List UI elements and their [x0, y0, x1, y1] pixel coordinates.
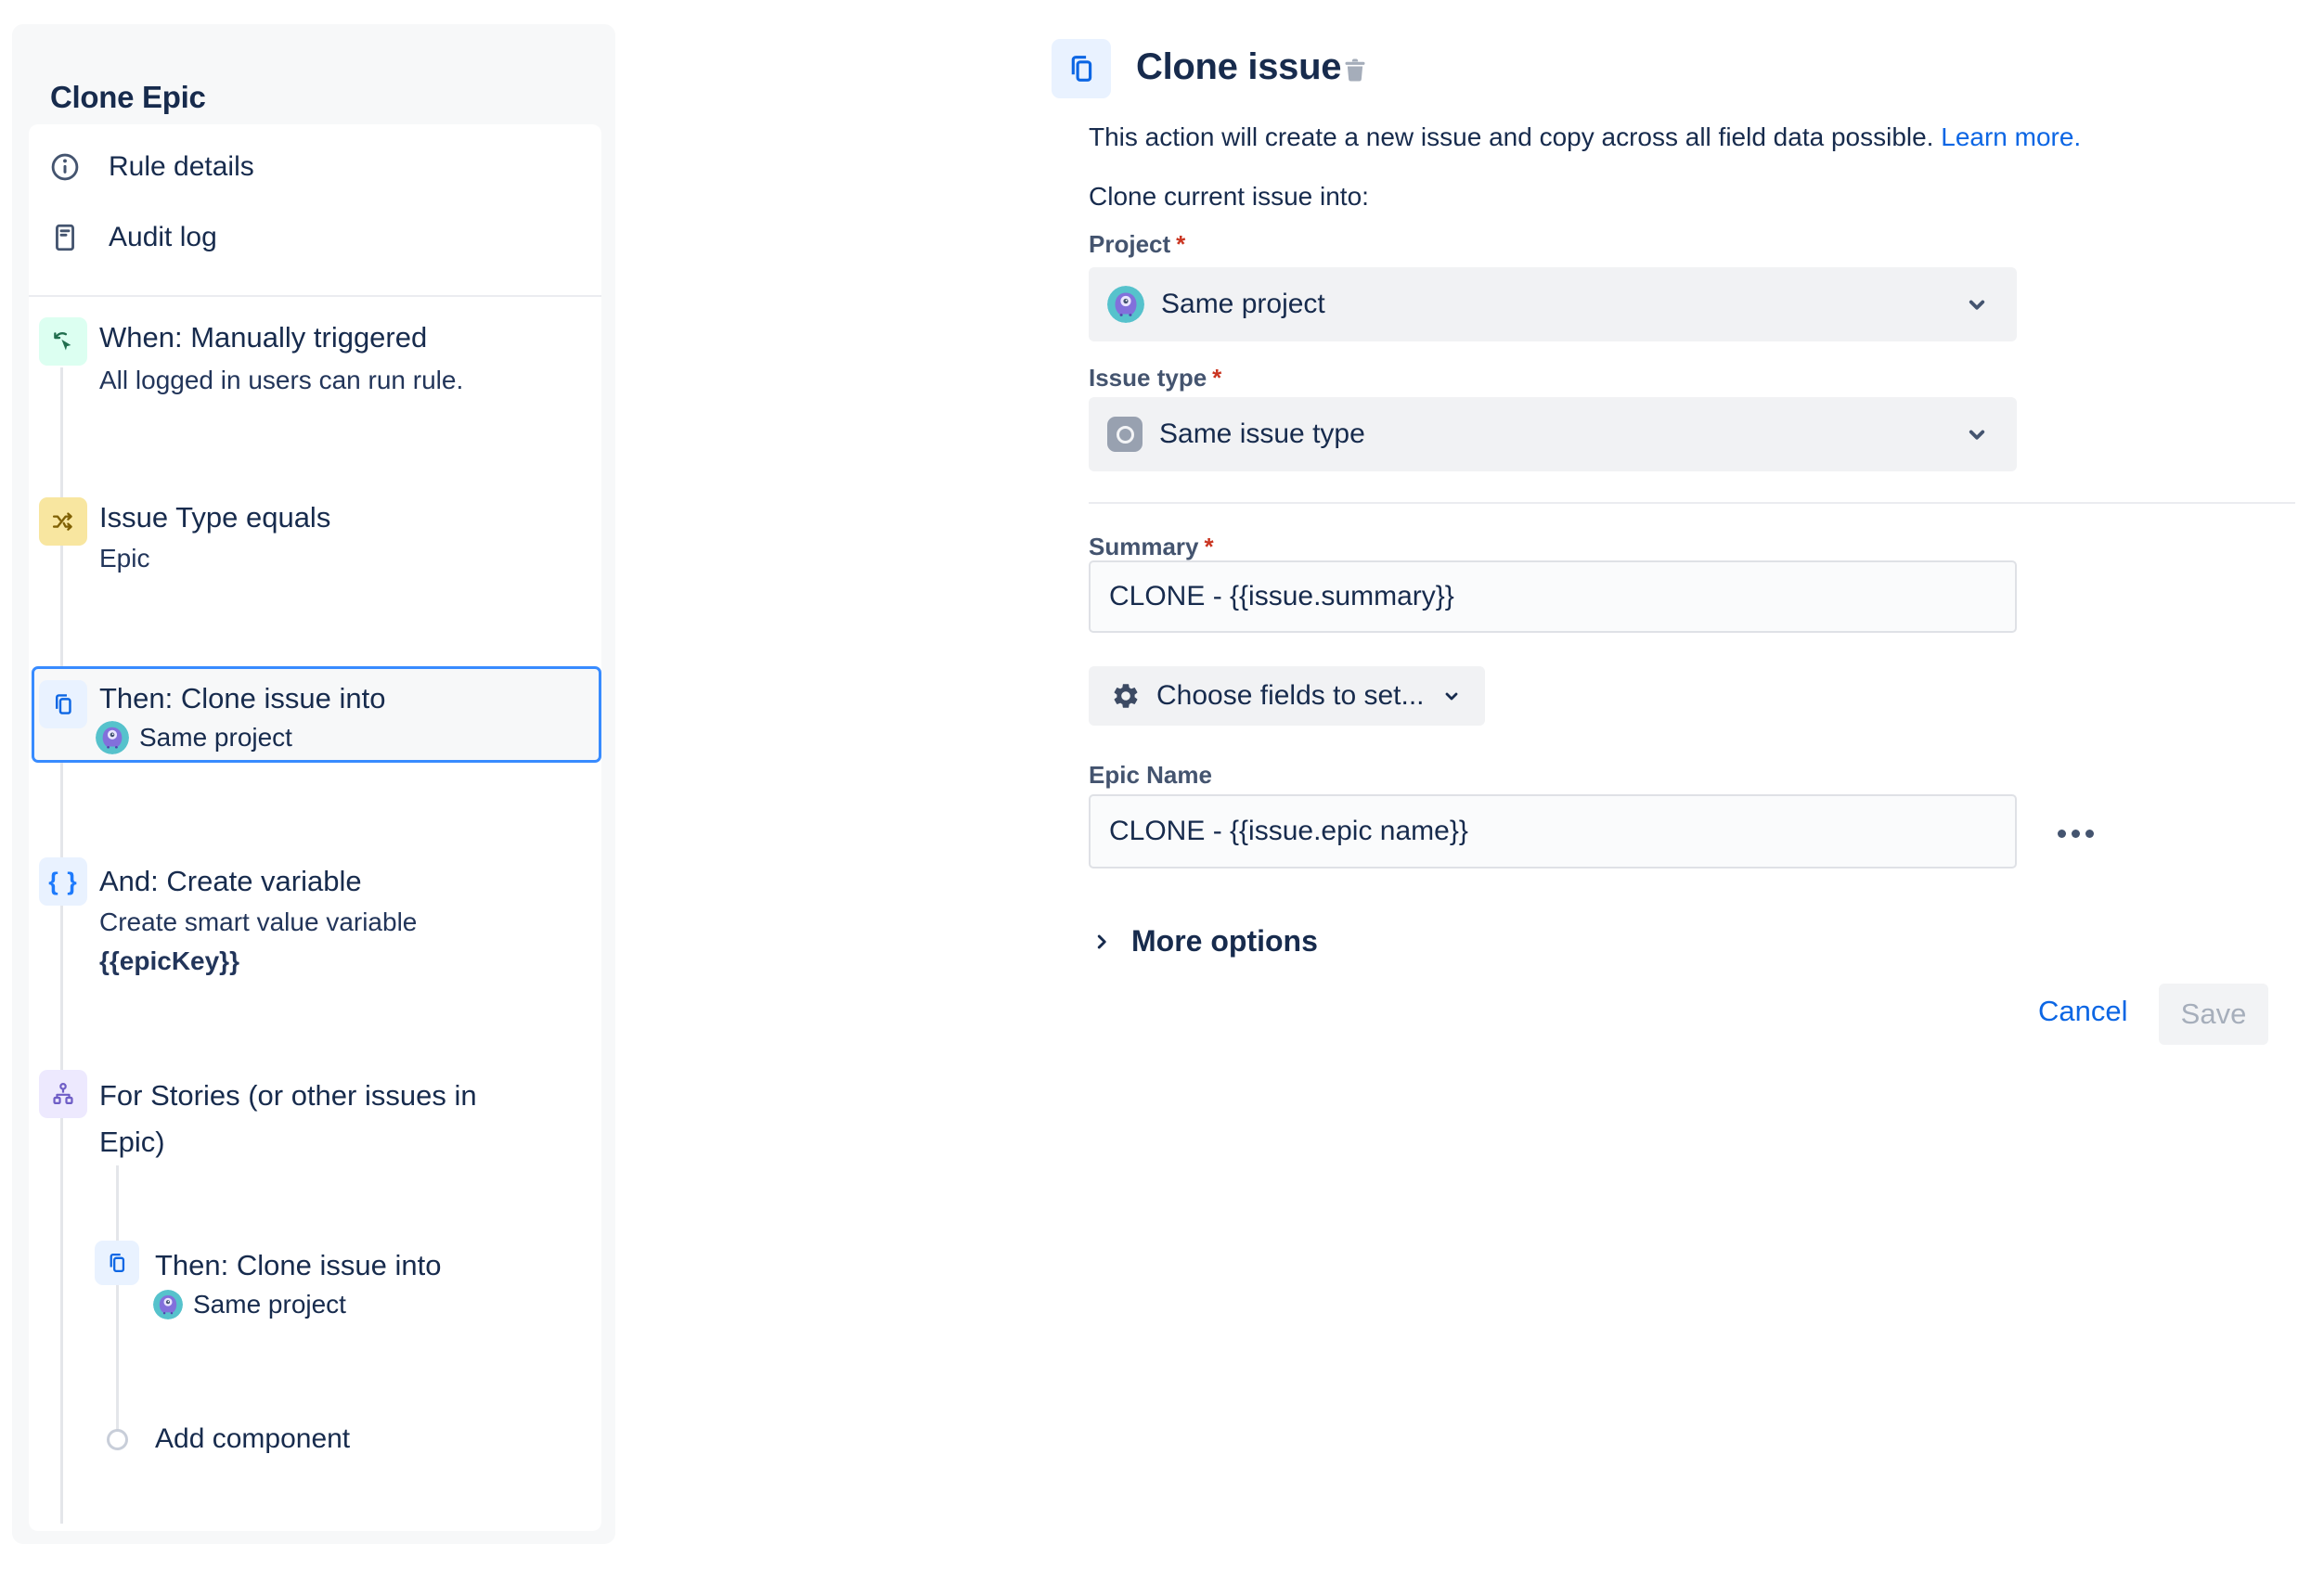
sidebar-item-rule-details[interactable]: Rule details [47, 145, 254, 189]
rule-sidebar: Clone Epic Rule details Audit log [12, 24, 615, 1544]
chain-item-subtitle: Same project [139, 723, 292, 753]
required-asterisk: * [1176, 230, 1185, 258]
branch-icon [39, 1070, 87, 1118]
ellipsis-icon [2072, 830, 2080, 838]
chevron-down-icon [1963, 290, 1991, 318]
condition-shuffle-icon [39, 497, 87, 546]
info-icon [47, 149, 83, 185]
chain-item-title: Issue Type equals [99, 501, 330, 534]
project-select-value: Same project [1161, 289, 1325, 320]
project-avatar [1107, 286, 1144, 323]
issue-type-select[interactable]: Same issue type [1089, 397, 2017, 471]
chain-item-title: When: Manually triggered [99, 321, 427, 354]
chain-item-subtitle: Create smart value variable [99, 907, 417, 937]
chain-item-project: Same project [153, 1290, 346, 1319]
page-title: Clone issue [1136, 46, 1341, 88]
chevron-down-icon [1963, 420, 1991, 448]
project-avatar [96, 721, 129, 754]
rule-components-card: Rule details Audit log When: Manually tr… [29, 124, 601, 1531]
epic-name-field-label: Epic Name [1089, 761, 1212, 790]
chevron-down-icon [1440, 685, 1463, 707]
chain-item-variable: {{epicKey}} [99, 946, 239, 976]
summary-field-label: Summary* [1089, 533, 1214, 561]
chain-item-title: Then: Clone issue into [155, 1249, 441, 1282]
sidebar-item-label: Audit log [109, 222, 217, 253]
trash-icon [1341, 57, 1369, 84]
chain-item-subtitle: Same project [193, 1290, 346, 1319]
chevron-right-icon [1091, 930, 1112, 954]
more-options-toggle[interactable]: More options [1091, 924, 1318, 959]
issue-type-field-label: Issue type* [1089, 364, 1221, 392]
add-component-button[interactable]: Add component [107, 1423, 350, 1455]
clone-into-label: Clone current issue into: [1089, 182, 1369, 212]
project-select[interactable]: Same project [1089, 267, 2017, 341]
chain-item-clone-issue-selected[interactable]: Then: Clone issue into Same project [32, 666, 601, 763]
chain-item-title: And: Create variable [99, 865, 362, 898]
gear-icon [1111, 681, 1141, 711]
issue-type-icon [1107, 417, 1143, 452]
automation-rule-builder-page: Clone Epic Rule details Audit log [0, 0, 2324, 1570]
choose-fields-label: Choose fields to set... [1156, 680, 1425, 712]
choose-fields-button[interactable]: Choose fields to set... [1089, 666, 1485, 726]
chain-item-title: Then: Clone issue into [99, 682, 385, 715]
add-component-label: Add component [155, 1423, 350, 1455]
clone-icon [1065, 52, 1098, 85]
chain-item-project: Same project [96, 721, 292, 754]
sidebar-item-label: Rule details [109, 151, 254, 183]
learn-more-link[interactable]: Learn more. [1941, 122, 2081, 151]
audit-log-icon [47, 220, 83, 255]
add-component-circle-icon [107, 1429, 128, 1450]
save-button[interactable]: Save [2159, 984, 2268, 1045]
project-field-label: Project* [1089, 230, 1185, 259]
description-text: This action will create a new issue and … [1089, 122, 1933, 151]
clone-issue-header-icon [1052, 39, 1111, 98]
action-description: This action will create a new issue and … [1089, 122, 2081, 152]
required-asterisk: * [1212, 364, 1221, 392]
rule-title: Clone Epic [50, 80, 206, 115]
more-options-label: More options [1131, 924, 1318, 959]
branch-chain-connector [116, 1165, 119, 1435]
cancel-button[interactable]: Cancel [2038, 995, 2128, 1028]
issue-type-select-value: Same issue type [1159, 418, 1365, 450]
clone-icon [39, 680, 87, 728]
braces-icon: { } [39, 857, 87, 906]
delete-action-button[interactable] [1335, 50, 1375, 91]
summary-input[interactable] [1089, 560, 2017, 633]
required-asterisk: * [1205, 533, 1214, 560]
sidebar-item-audit-log[interactable]: Audit log [47, 215, 217, 260]
clone-icon [95, 1241, 139, 1285]
epic-name-more-button[interactable] [2046, 815, 2105, 852]
project-avatar [153, 1290, 183, 1319]
chain-item-subtitle: All logged in users can run rule. [99, 366, 463, 395]
chain-item-title: For Stories (or other issues in Epic) [99, 1073, 517, 1165]
epic-name-input[interactable] [1089, 794, 2017, 869]
ellipsis-icon [2085, 830, 2094, 838]
manual-trigger-icon [39, 317, 87, 366]
section-divider [1089, 502, 2295, 504]
chain-item-subtitle: Epic [99, 544, 149, 573]
ellipsis-icon [2058, 830, 2066, 838]
sidebar-divider [29, 295, 601, 297]
